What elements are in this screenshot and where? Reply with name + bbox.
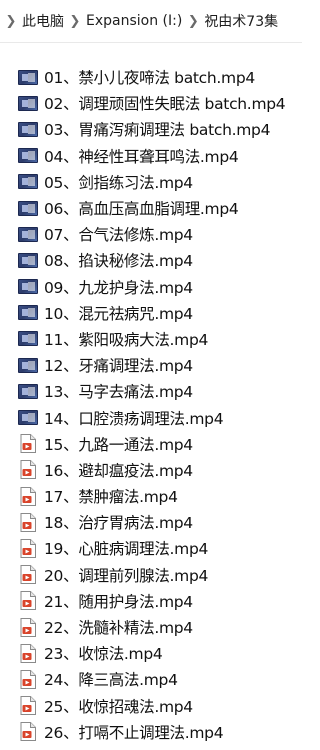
- media-file-icon: [20, 643, 36, 663]
- media-file-icon: [20, 460, 36, 480]
- breadcrumb: ❯ 此电脑 ❯ Expansion (I:) ❯ 祝由术73集: [0, 0, 302, 43]
- file-name: 06、高血压高血脂调理.mp4: [44, 200, 239, 219]
- file-name: 15、九路一通法.mp4: [44, 435, 193, 454]
- video-file-icon: [18, 69, 38, 85]
- file-row[interactable]: 09、九龙护身法.mp4: [0, 274, 302, 300]
- file-row[interactable]: 26、打嗝不止调理法.mp4: [0, 719, 302, 745]
- file-name: 22、洗髓补精法.mp4: [44, 619, 193, 638]
- video-file-icon: [18, 174, 38, 190]
- video-file-icon: [18, 279, 38, 295]
- file-row[interactable]: 12、牙痛调理法.mp4: [0, 352, 302, 378]
- media-file-icon: [20, 696, 36, 716]
- file-row[interactable]: 10、混元祛病咒.mp4: [0, 300, 302, 326]
- video-file-icon: [18, 410, 38, 426]
- media-file-icon: [20, 722, 36, 742]
- file-name: 05、剑指练习法.mp4: [44, 173, 193, 192]
- file-name: 14、口腔溃疡调理法.mp4: [44, 409, 224, 428]
- file-row[interactable]: 22、洗髓补精法.mp4: [0, 614, 302, 640]
- file-name: 10、混元祛病咒.mp4: [44, 304, 193, 323]
- file-row[interactable]: 25、收惊招魂法.mp4: [0, 693, 302, 719]
- file-row[interactable]: 23、收惊法.mp4: [0, 640, 302, 666]
- chevron-right-icon[interactable]: ❯: [184, 14, 202, 29]
- video-file-icon: [18, 200, 38, 216]
- chevron-right-icon[interactable]: ❯: [2, 14, 20, 29]
- file-name: 13、马字去痛法.mp4: [44, 383, 193, 402]
- file-row[interactable]: 17、禁肿瘤法.mp4: [0, 483, 302, 509]
- media-file-icon: [20, 512, 36, 532]
- file-row[interactable]: 06、高血压高血脂调理.mp4: [0, 195, 302, 221]
- file-row[interactable]: 19、心脏病调理法.mp4: [0, 535, 302, 561]
- file-row[interactable]: 13、马字去痛法.mp4: [0, 378, 302, 404]
- file-name: 19、心脏病调理法.mp4: [44, 540, 209, 559]
- file-name: 23、收惊法.mp4: [44, 645, 163, 664]
- file-row[interactable]: 11、紫阳吸病大法.mp4: [0, 326, 302, 352]
- file-row[interactable]: 08、掐诀秘修法.mp4: [0, 247, 302, 273]
- video-file-icon: [18, 226, 38, 242]
- file-row[interactable]: 03、胃痛泻痢调理法 batch.mp4: [0, 116, 302, 142]
- file-name: 25、收惊招魂法.mp4: [44, 697, 193, 716]
- file-name: 07、合气法修炼.mp4: [44, 226, 193, 245]
- file-row[interactable]: 02、调理顽固性失眠法 batch.mp4: [0, 90, 302, 116]
- media-file-icon: [20, 486, 36, 506]
- file-row[interactable]: 24、降三高法.mp4: [0, 666, 302, 692]
- breadcrumb-current-folder[interactable]: 祝由术73集: [202, 11, 280, 31]
- video-file-icon: [18, 331, 38, 347]
- file-name: 03、胃痛泻痢调理法 batch.mp4: [44, 121, 271, 140]
- video-file-icon: [18, 357, 38, 373]
- file-name: 18、治疗胃病法.mp4: [44, 514, 193, 533]
- media-file-icon: [20, 591, 36, 611]
- file-name: 01、禁小儿夜啼法 batch.mp4: [44, 69, 255, 88]
- file-row[interactable]: 07、合气法修炼.mp4: [0, 221, 302, 247]
- file-name: 02、调理顽固性失眠法 batch.mp4: [44, 95, 286, 114]
- file-name: 08、掐诀秘修法.mp4: [44, 252, 193, 271]
- file-row[interactable]: 21、随用护身法.mp4: [0, 588, 302, 614]
- file-row[interactable]: 14、口腔溃疡调理法.mp4: [0, 404, 302, 430]
- file-list: 01、禁小儿夜啼法 batch.mp4 02、调理顽固性失眠法 batch.mp4…: [0, 64, 302, 745]
- file-row[interactable]: 20、调理前列腺法.mp4: [0, 562, 302, 588]
- video-file-icon: [18, 121, 38, 137]
- video-file-icon: [18, 95, 38, 111]
- media-file-icon: [20, 617, 36, 637]
- breadcrumb-this-pc[interactable]: 此电脑: [20, 11, 66, 31]
- file-name: 24、降三高法.mp4: [44, 671, 178, 690]
- media-file-icon: [20, 538, 36, 558]
- file-name: 16、避却瘟疫法.mp4: [44, 461, 193, 480]
- file-row[interactable]: 15、九路一通法.mp4: [0, 431, 302, 457]
- file-name: 12、牙痛调理法.mp4: [44, 357, 193, 376]
- file-row[interactable]: 18、治疗胃病法.mp4: [0, 509, 302, 535]
- video-file-icon: [18, 305, 38, 321]
- media-file-icon: [20, 565, 36, 585]
- chevron-right-icon[interactable]: ❯: [66, 14, 84, 29]
- file-row[interactable]: 01、禁小儿夜啼法 batch.mp4: [0, 64, 302, 90]
- file-row[interactable]: 04、神经性耳聋耳鸣法.mp4: [0, 143, 302, 169]
- file-row[interactable]: 16、避却瘟疫法.mp4: [0, 457, 302, 483]
- breadcrumb-expansion-drive[interactable]: Expansion (I:): [84, 13, 184, 29]
- file-row[interactable]: 05、剑指练习法.mp4: [0, 169, 302, 195]
- file-name: 26、打嗝不止调理法.mp4: [44, 723, 224, 742]
- file-name: 04、神经性耳聋耳鸣法.mp4: [44, 147, 239, 166]
- video-file-icon: [18, 252, 38, 268]
- media-file-icon: [20, 669, 36, 689]
- video-file-icon: [18, 383, 38, 399]
- media-file-icon: [20, 434, 36, 454]
- file-name: 20、调理前列腺法.mp4: [44, 566, 209, 585]
- file-name: 17、禁肿瘤法.mp4: [44, 488, 178, 507]
- file-name: 09、九龙护身法.mp4: [44, 278, 193, 297]
- file-name: 21、随用护身法.mp4: [44, 592, 193, 611]
- video-file-icon: [18, 148, 38, 164]
- file-name: 11、紫阳吸病大法.mp4: [44, 330, 209, 349]
